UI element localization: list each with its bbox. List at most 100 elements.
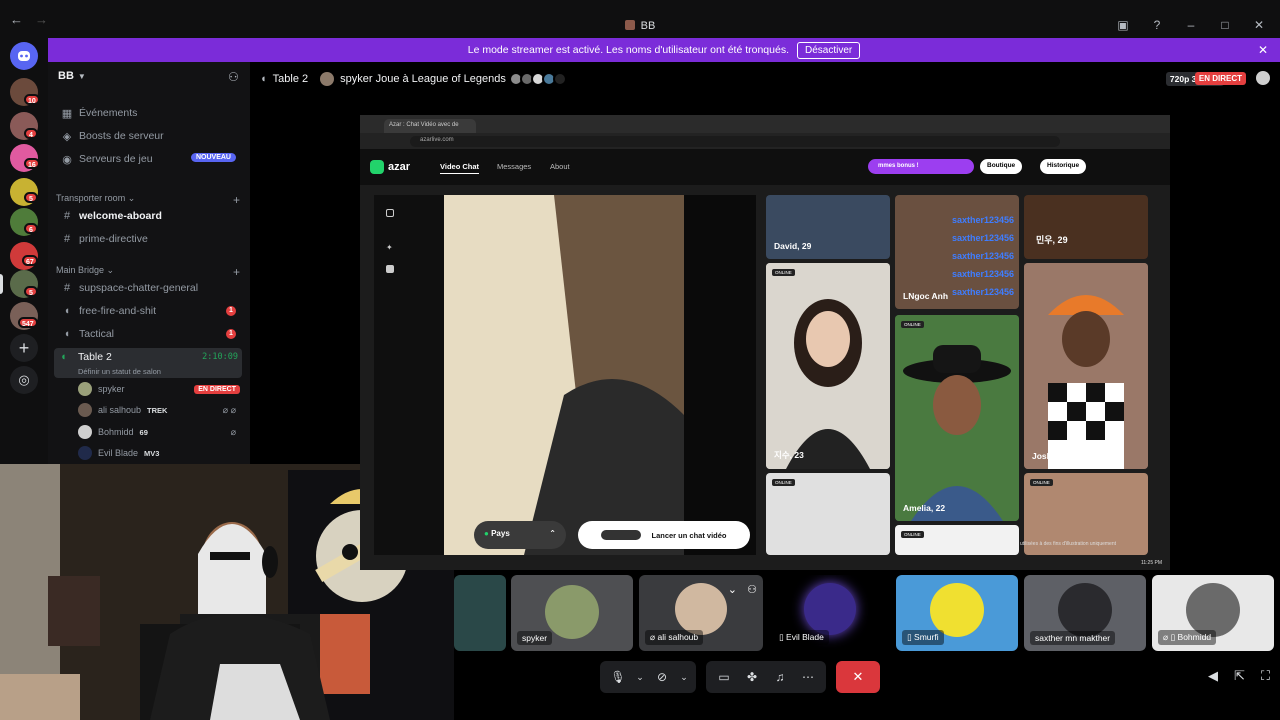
chat-icon[interactable] (1256, 71, 1270, 85)
channel-name: Table 2 (272, 73, 309, 85)
set-channel-status[interactable]: Définir un statut de salon (78, 367, 161, 376)
participant-tile[interactable]: saxther mn makther (1024, 575, 1146, 651)
voice-channel-table-2[interactable]: ◖ Table 2 2:10:09 Définir un statut de s… (54, 348, 242, 378)
help-icon[interactable]: ? (1150, 18, 1164, 32)
unread-badge: 1 (226, 306, 236, 316)
taskbar-clock: 11:25 PM (1140, 560, 1162, 566)
browser-tab: Azar : Chat Vidéo avec de (384, 119, 476, 133)
invite-people-icon[interactable]: ⚇ (228, 70, 242, 84)
discover-icon[interactable]: ◎ (10, 366, 38, 394)
mention-badge: 16 (24, 158, 40, 169)
popout-icon[interactable]: ⇱ (1234, 668, 1245, 684)
more-icon[interactable]: ⋯ (794, 663, 822, 691)
disconnect-button[interactable]: ✕ (836, 661, 880, 693)
muted-icon: ⌀ ⌀ (222, 404, 236, 415)
overlay-username: saxther123456 (952, 215, 1015, 225)
avatar (78, 382, 92, 396)
game-servers-link[interactable]: ◉ Serveurs de jeu NOUVEAU (54, 148, 244, 170)
chevron-down-icon[interactable]: ⌄ (728, 583, 737, 596)
browser-urlbar: azarlive.com (360, 133, 1170, 149)
screen-share-icon[interactable]: ▭ (710, 663, 738, 691)
voice-user[interactable]: ali salhoub TREK ⌀ ⌀ (78, 400, 242, 420)
boutique-button: Boutique (980, 159, 1023, 174)
maximize-icon[interactable]: □ (1218, 18, 1232, 32)
participant-tile[interactable]: ⌀ ▯ Bohmidd (1152, 575, 1274, 651)
screen-share-stream[interactable]: Azar : Chat Vidéo avec de azarlive.com a… (360, 115, 1170, 570)
selected-server-indicator (0, 274, 3, 294)
clan-tag: TREK (147, 405, 168, 415)
server-boosts-link[interactable]: ◈ Boosts de serveur (54, 125, 244, 147)
voice-user[interactable]: Bohmidd 69 ⌀ (78, 422, 242, 442)
close-icon[interactable]: ✕ (1252, 18, 1266, 32)
camera-off-icon[interactable]: ⊘ (648, 663, 676, 691)
events-link[interactable]: ▦ Événements (54, 102, 244, 124)
mention-badge: 547 (18, 317, 38, 328)
unread-badge: 1 (226, 329, 236, 339)
chevron-down-icon: ▼ (77, 72, 86, 81)
minimize-icon[interactable]: – (1184, 18, 1198, 32)
overlay-username: saxther123456 (952, 269, 1015, 279)
voice-user[interactable]: spyker EN DIRECT (78, 379, 242, 399)
voice-user[interactable]: Evil Blade MV3 (78, 443, 242, 463)
channel-welcome-aboard[interactable]: # welcome-aboard (54, 205, 244, 227)
historique-button: Historique (1040, 159, 1087, 174)
channel-free-fire[interactable]: ◖ free-fire-and-shit 1 (54, 300, 244, 322)
profile-tile: ONLINE (895, 525, 1019, 555)
channel-tactical[interactable]: ◖ Tactical 1 (54, 323, 244, 345)
hash-icon: # (63, 233, 71, 245)
country-filter: ● Pays ⌃ (474, 521, 566, 549)
discord-home-icon[interactable] (10, 42, 38, 70)
participant-tile[interactable]: ⌄ ⚇ ⌀ ali salhoub (639, 575, 763, 651)
add-friend-icon[interactable]: ⚇ (747, 583, 757, 596)
disable-streamer-button[interactable]: Désactiver (797, 41, 861, 59)
chevron-down-icon[interactable]: ⌄ (676, 663, 692, 691)
mention-badge: 10 (24, 94, 40, 105)
avatar (78, 403, 92, 417)
hash-icon: # (63, 282, 71, 294)
activity-status[interactable]: spyker Joue à League of Legends (320, 72, 506, 86)
inbox-icon[interactable]: ▣ (1116, 18, 1130, 32)
clan-tag: 69 (139, 427, 148, 437)
volume-icon[interactable]: ◀︎ (1208, 668, 1218, 684)
clan-tag: MV3 (144, 448, 160, 458)
profile-tile: David, 29 (766, 195, 890, 259)
avatar (320, 72, 335, 86)
fullscreen-icon[interactable]: ⛶ (1261, 668, 1270, 684)
sticker-icon (386, 265, 394, 273)
activities-icon[interactable]: ✤ (738, 663, 766, 691)
new-badge: NOUVEAU (190, 153, 236, 162)
participant-tile[interactable]: ▯ Smurfi (896, 575, 1018, 651)
participant-tile[interactable]: ▯ Evil Blade (768, 575, 892, 651)
participant-tile[interactable] (454, 575, 506, 651)
avatar (545, 585, 599, 639)
participant-tile[interactable]: spyker (511, 575, 633, 651)
muted-icon: ⌀ (230, 426, 236, 437)
title-bar: ← → BB ▣ ? – □ ✕ (0, 0, 1280, 38)
azar-side-toolbar: ✦ (374, 195, 444, 555)
server-header[interactable]: BB ▼ (58, 70, 86, 82)
participant-avatars[interactable] (508, 72, 567, 86)
soundboard-icon[interactable]: ♫ (766, 663, 794, 691)
call-controls: 🎙︎ ⌄ ⊘ ⌄ ▭ ✤ ♫ ⋯ ✕ (600, 660, 890, 694)
overlay-username: saxther123456 (952, 287, 1015, 297)
live-badge: EN DIRECT (1194, 72, 1246, 85)
chevron-down-icon[interactable]: ⌄ (632, 663, 648, 691)
mention-badge: 4 (24, 128, 38, 139)
channel-sidebar: BB ▼ ⚇ ▦ Événements ◈ Boosts de serveur ◉ Se… (48, 62, 250, 464)
speaker-icon: ◖ (63, 305, 71, 317)
avatar (675, 583, 727, 635)
expand-icon (386, 209, 394, 217)
hash-icon: # (63, 210, 71, 222)
overlay-username: saxther123456 (952, 251, 1015, 261)
channel-supspace-chatter-general[interactable]: # supspace-chatter-general (54, 277, 244, 299)
channel-prime-directive[interactable]: # prime-directive (54, 228, 244, 250)
activity-group: ▭ ✤ ♫ ⋯ (706, 661, 826, 693)
banner-text: Le mode streamer est activé. Les noms d'… (467, 44, 789, 56)
azar-logo: azar (370, 160, 410, 174)
live-badge: EN DIRECT (194, 384, 240, 394)
close-banner-icon[interactable]: ✕ (1258, 43, 1268, 57)
partner-video (444, 195, 756, 555)
add-server-icon[interactable]: + (10, 334, 38, 362)
microphone-icon[interactable]: 🎙︎ (604, 663, 632, 691)
participant-strip: spyker ⌄ ⚇ ⌀ ali salhoub ▯ Evil Blade ▯ … (0, 575, 1280, 651)
